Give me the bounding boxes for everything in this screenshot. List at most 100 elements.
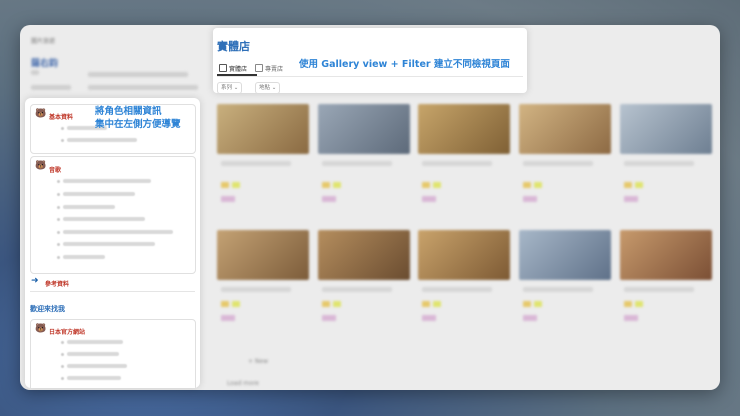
bullet: [61, 127, 64, 130]
page-title: 實體店: [217, 40, 250, 53]
tab-label: 專賣店: [265, 66, 284, 73]
tab-label: 實體店: [229, 66, 248, 73]
gallery-card-image[interactable]: [418, 230, 510, 280]
reference-link[interactable]: 參考資料: [45, 279, 69, 288]
bullet: [61, 377, 64, 380]
card-title: [422, 287, 492, 292]
gallery-card-image[interactable]: [318, 104, 410, 154]
tag-chip: [624, 196, 638, 202]
tag-chip: [333, 182, 341, 188]
tag-chip: [624, 182, 632, 188]
gallery-icon: [219, 64, 227, 72]
bullet: [57, 218, 60, 221]
divider: [217, 76, 523, 77]
sidebar-focus-panel: 🐻 基本資料 將角色相關資訊 集中在左側方便導覽 🐻 音歌 ➜ 參考資料 歡迎來…: [25, 98, 200, 388]
bullet: [61, 365, 64, 368]
chevron-down-icon: ⌄: [271, 85, 277, 91]
filter-series[interactable]: 系列 ⌄: [217, 82, 243, 94]
gallery-card-image[interactable]: [318, 230, 410, 280]
filter-location[interactable]: 地點 ⌄: [255, 82, 281, 94]
gallery-card-image[interactable]: [620, 230, 712, 280]
bear-icon: 🐻: [35, 324, 47, 334]
load-more-button[interactable]: Load more: [227, 380, 259, 387]
tag-chip: [422, 301, 430, 307]
bullet: [57, 206, 60, 209]
bear-icon: 🐻: [35, 161, 47, 171]
tag-chip: [221, 196, 235, 202]
card-title: [221, 161, 291, 166]
blurred-item: [63, 217, 145, 221]
tag-chip: [534, 182, 542, 188]
official-site-box: 🐻 日本官方網站: [30, 319, 196, 388]
blurred-line: [31, 70, 39, 75]
basic-info-header[interactable]: 基本資料: [49, 112, 73, 121]
tag-chip: [322, 182, 330, 188]
tag-chip: [433, 182, 441, 188]
blurred-item: [63, 242, 155, 246]
tag-chip: [322, 196, 336, 202]
card-title: [221, 287, 291, 292]
blurred-item: [67, 138, 137, 142]
new-card-button[interactable]: + New: [248, 358, 268, 365]
bullet: [61, 341, 64, 344]
blurred-item: [67, 364, 127, 368]
music-box: 🐻 音歌: [30, 156, 196, 274]
card-title: [624, 161, 694, 166]
annotation-top: 使用 Gallery view + Filter 建立不同檢視頁面: [299, 59, 510, 70]
blurred-item: [63, 255, 105, 259]
breadcrumb[interactable]: 圖片旅遊: [31, 36, 55, 45]
blurred-line: [88, 72, 188, 77]
bullet: [61, 353, 64, 356]
gallery-icon: [255, 64, 263, 72]
welcome-title: 歡迎來找我: [30, 305, 65, 313]
card-title: [523, 161, 593, 166]
tag-chip: [635, 301, 643, 307]
gallery-card-image[interactable]: [519, 104, 611, 154]
bullet: [57, 193, 60, 196]
tag-chip: [422, 196, 436, 202]
tag-chip: [232, 182, 240, 188]
tag-chip: [221, 315, 235, 321]
tag-chip: [624, 315, 638, 321]
gallery-card-image[interactable]: [217, 104, 309, 154]
blurred-item: [67, 340, 123, 344]
blurred-item: [63, 230, 173, 234]
divider: [30, 291, 195, 292]
tag-chip: [523, 301, 531, 307]
card-title: [322, 161, 392, 166]
tag-chip: [322, 315, 336, 321]
tag-chip: [322, 301, 330, 307]
header-focus-panel: 實體店 使用 Gallery view + Filter 建立不同檢視頁面 實體…: [213, 28, 527, 94]
gallery-card-image[interactable]: [620, 104, 712, 154]
tab-specialty-store[interactable]: 專賣店: [255, 64, 283, 73]
blurred-item: [63, 179, 151, 183]
tag-chip: [333, 301, 341, 307]
tag-chip: [422, 182, 430, 188]
arrow-right-icon: ➜: [31, 276, 39, 286]
tab-physical-store[interactable]: 實體店: [219, 64, 247, 73]
filter-label: 地點: [259, 85, 271, 91]
card-title: [624, 287, 694, 292]
blurred-line: [88, 85, 198, 90]
tag-chip: [422, 315, 436, 321]
card-title: [422, 161, 492, 166]
bullet: [57, 231, 60, 234]
tag-chip: [635, 182, 643, 188]
bullet: [57, 180, 60, 183]
bullet: [57, 256, 60, 259]
blurred-item: [67, 352, 119, 356]
tag-chip: [523, 182, 531, 188]
official-site-header[interactable]: 日本官方網站: [49, 327, 85, 336]
blurred-line: [31, 85, 71, 90]
tag-chip: [221, 301, 229, 307]
tag-chip: [221, 182, 229, 188]
chevron-down-icon: ⌄: [233, 85, 239, 91]
gallery-card-image[interactable]: [217, 230, 309, 280]
gallery-card-image[interactable]: [418, 104, 510, 154]
blurred-item: [63, 205, 115, 209]
music-header[interactable]: 音歌: [49, 165, 61, 174]
tag-chip: [523, 315, 537, 321]
gallery-card-image[interactable]: [519, 230, 611, 280]
card-title: [523, 287, 593, 292]
annotation-left-line1: 將角色相關資訊: [95, 106, 162, 117]
